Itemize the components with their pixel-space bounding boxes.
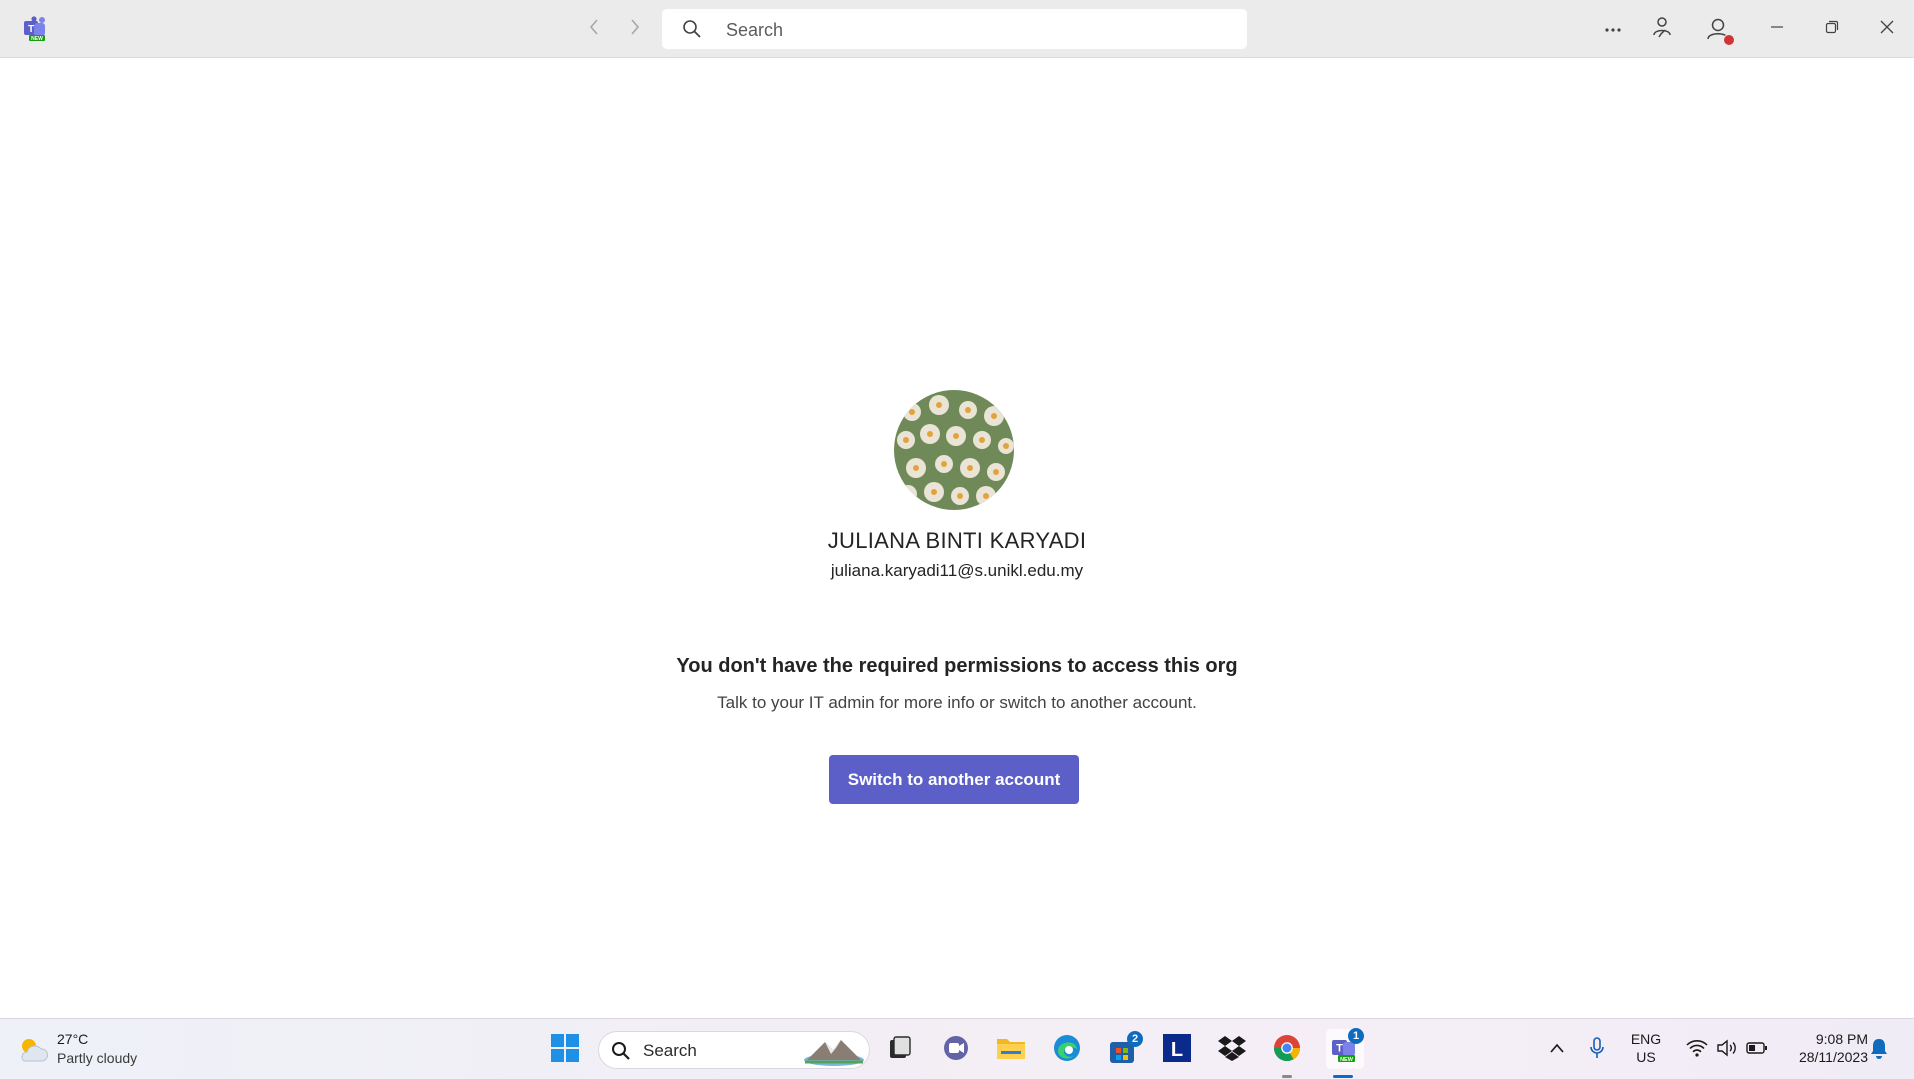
chrome-running-indicator	[1282, 1075, 1292, 1078]
maximize-button[interactable]	[1817, 14, 1847, 44]
minimize-button[interactable]	[1762, 14, 1792, 44]
maximize-icon	[1825, 20, 1839, 39]
store-icon: 2	[1107, 1031, 1143, 1065]
store-button[interactable]: 2	[1105, 1031, 1143, 1067]
minimize-icon	[1770, 20, 1784, 39]
more-options-icon	[1604, 20, 1622, 38]
wifi-icon	[1686, 1039, 1708, 1062]
teams-badge: 1	[1348, 1028, 1364, 1044]
profile-button[interactable]	[1703, 14, 1735, 46]
clock[interactable]: 9:08 PM 28/11/2023	[1776, 1031, 1868, 1065]
account-name: JULIANA BINTI KARYADI	[827, 528, 1087, 553]
teams-taskbar-button[interactable]: T NEW 1	[1326, 1028, 1364, 1069]
task-view-button[interactable]	[883, 1033, 917, 1067]
switch-account-button[interactable]: Switch to another account	[829, 755, 1079, 804]
volume-icon	[1716, 1039, 1738, 1062]
clock-time: 9:08 PM	[1815, 1031, 1868, 1047]
svg-text:NEW: NEW	[31, 36, 43, 42]
language-primary: ENG	[1630, 1031, 1662, 1047]
teams-taskbar-icon: T NEW 1	[1330, 1028, 1364, 1064]
svg-text:T: T	[28, 24, 34, 35]
language-secondary: US	[1636, 1049, 1656, 1065]
chrome-button[interactable]	[1270, 1033, 1304, 1067]
svg-text:NEW: NEW	[1340, 1057, 1354, 1063]
taskbar-search-label: Search	[643, 1041, 697, 1060]
microphone-icon	[1588, 1036, 1606, 1065]
search-icon	[682, 19, 702, 39]
collaborators-icon	[1651, 16, 1673, 43]
dropbox-button[interactable]	[1215, 1033, 1249, 1067]
edge-button[interactable]	[1050, 1033, 1084, 1067]
teams-chat-button[interactable]	[939, 1033, 973, 1067]
collaborators-button[interactable]	[1647, 14, 1677, 44]
file-explorer-icon	[995, 1034, 1027, 1067]
search-input[interactable]	[724, 9, 1228, 51]
start-button[interactable]	[548, 1033, 582, 1067]
forward-arrow-icon	[629, 18, 641, 40]
close-icon	[1880, 20, 1894, 39]
weather-widget[interactable]: 27°C Partly cloudy	[16, 1029, 166, 1071]
presence-busy-badge	[1723, 34, 1735, 46]
permission-error-description: Talk to your IT admin for more info or s…	[717, 693, 1197, 712]
weather-icon	[16, 1035, 50, 1065]
teams-chat-icon	[941, 1033, 971, 1068]
windows-start-icon	[550, 1033, 580, 1068]
svg-text:L: L	[1171, 1039, 1183, 1061]
chevron-up-icon	[1549, 1041, 1565, 1059]
show-hidden-icons-button[interactable]	[1540, 1033, 1574, 1067]
teams-active-indicator	[1333, 1075, 1353, 1078]
weather-description: Partly cloudy	[57, 1050, 138, 1066]
battery-icon	[1746, 1041, 1768, 1060]
microphone-button[interactable]	[1580, 1033, 1614, 1067]
clock-date: 28/11/2023	[1798, 1049, 1868, 1065]
forward-button[interactable]	[621, 15, 649, 43]
search-bar[interactable]	[662, 9, 1247, 51]
dropbox-icon	[1217, 1034, 1247, 1067]
svg-text:T: T	[1336, 1043, 1343, 1055]
chrome-icon	[1272, 1033, 1302, 1068]
edge-icon	[1052, 1033, 1082, 1068]
l-app-button[interactable]: L	[1160, 1033, 1194, 1067]
search-icon	[611, 1041, 631, 1061]
taskbar-search[interactable]: Search	[598, 1031, 870, 1069]
back-button[interactable]	[580, 15, 608, 43]
more-options-button[interactable]	[1598, 14, 1628, 44]
teams-new-logo-icon[interactable]: T NEW	[22, 16, 50, 42]
notifications-button[interactable]	[1862, 1033, 1896, 1067]
permission-error-title: You don't have the required permissions …	[676, 655, 1238, 677]
weather-temperature: 27°C	[57, 1031, 89, 1047]
language-indicator[interactable]: ENG US	[1624, 1031, 1668, 1065]
search-highlight-art-icon	[803, 1036, 865, 1066]
avatar	[894, 390, 1014, 510]
back-arrow-icon	[588, 18, 600, 40]
taskbar: 27°C Partly cloudy Search 2 L T NEW 1 EN…	[0, 1018, 1914, 1079]
task-view-icon	[886, 1034, 914, 1067]
profile-icon	[1703, 14, 1735, 46]
file-explorer-button[interactable]	[994, 1033, 1028, 1067]
title-bar: T NEW	[0, 0, 1914, 58]
close-button[interactable]	[1872, 14, 1902, 44]
quick-settings-button[interactable]	[1675, 1033, 1779, 1067]
store-badge: 2	[1127, 1031, 1143, 1047]
main-content: JULIANA BINTI KARYADI juliana.karyadi11@…	[0, 58, 1914, 1018]
l-app-icon: L	[1162, 1033, 1192, 1068]
notification-bell-icon	[1869, 1037, 1889, 1064]
account-email: juliana.karyadi11@s.unikl.edu.my	[830, 561, 1084, 580]
